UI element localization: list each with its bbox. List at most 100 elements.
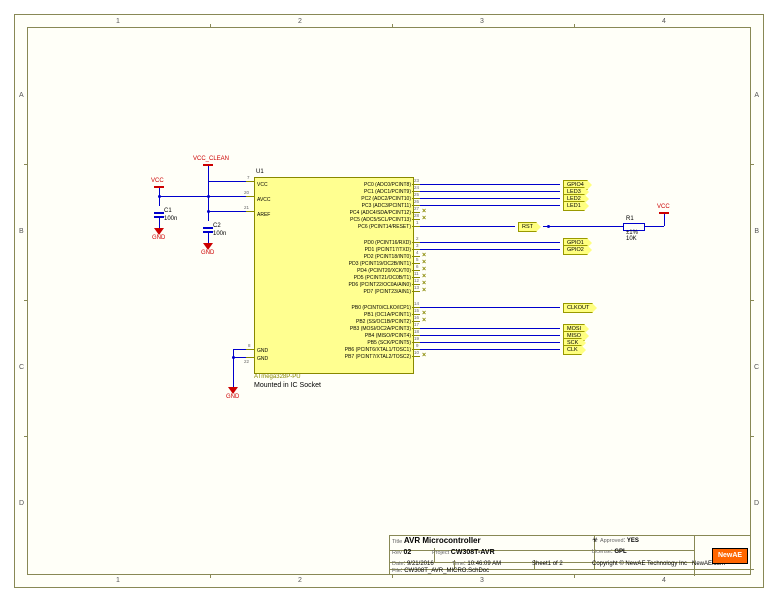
tb-project-label: Project	[432, 550, 449, 556]
logo-newae: NewAE	[712, 548, 748, 564]
col-num-top-4: 4	[662, 18, 666, 25]
pin-pd6: PD6 (PCINT22/OC0A/AIN0)	[348, 282, 411, 288]
drawing-sheet: 1 2 3 4 1 2 3 4 A B C D A B C D VCC_CL	[14, 14, 764, 588]
u1-part: ATmega328P-PU	[254, 374, 301, 380]
pinno-6: 6	[416, 264, 419, 269]
pinno-18: 18	[414, 329, 419, 334]
port-rst: RST	[518, 222, 537, 232]
row-let-r-c: C	[754, 364, 759, 371]
net-vcc-clean: VCC_CLEAN	[193, 156, 229, 162]
pinno-5: 5	[416, 257, 419, 262]
pinno-27: 27	[414, 206, 419, 211]
pin-pb1: PB1 (OC1A/PCINT1)	[364, 312, 411, 318]
pin-pd7: PD7 (PCINT23/AIN1)	[363, 289, 411, 295]
col-num-bot-3: 3	[480, 577, 484, 584]
c2-ref: C2	[213, 223, 221, 229]
pin-aref: AREF	[257, 212, 270, 218]
col-num-bot-2: 2	[298, 577, 302, 584]
net-vcc-r1: VCC	[657, 204, 670, 210]
pin-pb4: PB4 (MISO/PCINT4)	[365, 333, 411, 339]
pinno-14: 14	[414, 301, 419, 306]
port-led1: LED1	[563, 201, 585, 211]
pin-pb2: PB2 (SS/OC1B/PCINT2)	[356, 319, 411, 325]
col-num-bot-1: 1	[116, 577, 120, 584]
gnd-c1: GND	[152, 235, 165, 241]
col-num-bot-4: 4	[662, 577, 666, 584]
pinno-11: 11	[414, 271, 419, 276]
row-let-l-a: A	[19, 92, 24, 99]
pinno-2: 2	[416, 236, 419, 241]
pin-pd5: PD5 (PCINT21/OC0B/T1)	[354, 275, 411, 281]
col-num-top-3: 3	[480, 18, 484, 25]
pinno-10: 10	[414, 350, 419, 355]
tb-project-value: CW308T-AVR	[451, 549, 495, 556]
net-vcc-left: VCC	[151, 178, 164, 184]
pin-pc3: PC3 (ADC3/PCINT11)	[362, 203, 411, 209]
col-num-top-2: 2	[298, 18, 302, 25]
pinno-3: 3	[416, 243, 419, 248]
tb-rev-label: Rev	[392, 550, 402, 556]
c1-val: 100n	[164, 216, 177, 222]
row-let-r-b: B	[754, 228, 759, 235]
title-block: Title AVR Microcontroller ☣ Approved: YE…	[389, 535, 750, 574]
pinno-7: 7	[247, 175, 250, 180]
inner-frame: 1 2 3 4 1 2 3 4 A B C D A B C D VCC_CL	[27, 27, 751, 575]
tb-approved-value: YES	[627, 538, 639, 544]
c1-ref: C1	[164, 208, 172, 214]
r1-val: 10K	[626, 236, 637, 242]
pin-pb3: PB3 (MOSI/OC2A/PCINT3)	[350, 326, 411, 332]
row-let-l-d: D	[19, 500, 24, 507]
tb-license-label: License	[592, 549, 611, 555]
row-let-l-c: C	[19, 364, 24, 371]
r1-ref: R1	[626, 216, 634, 222]
nc-pc5: ×	[422, 216, 428, 222]
pin-pc1: PC1 (ADC1/PCINT9)	[364, 189, 411, 195]
pinno-13: 13	[414, 285, 419, 290]
gnd-chip: GND	[226, 394, 239, 400]
pin-pb7: PB7 (PCINT7/XTAL2/TOSC2)	[345, 354, 411, 360]
pinno-21: 21	[244, 205, 249, 210]
pinno-22: 22	[244, 359, 249, 364]
pinno-24: 24	[414, 185, 419, 190]
pin-pc5: PC5 (ADC5/SCL/PCINT13)	[350, 217, 411, 223]
tb-title-label: Title	[392, 539, 402, 545]
row-let-l-b: B	[19, 228, 24, 235]
pinno-1: 1	[416, 220, 419, 225]
pinno-8: 8	[248, 343, 251, 348]
col-num-top-1: 1	[116, 18, 120, 25]
u1-note: Mounted in IC Socket	[254, 382, 321, 389]
pin-pc0: PC0 (ADC0/PCINT8)	[364, 182, 411, 188]
row-let-r-d: D	[754, 500, 759, 507]
row-let-r-a: A	[754, 92, 759, 99]
u1-ref: U1	[256, 169, 264, 175]
tb-rev-value: 02	[403, 549, 411, 556]
pin-pd4: PD4 (PCINT20/XCK/T0)	[357, 268, 411, 274]
pin-vcc: VCC	[257, 182, 268, 188]
tb-file-value: CW308T_AVR_MICRO.SchDoc	[404, 568, 489, 574]
tb-license-value: GPL	[614, 549, 626, 555]
pin-pd1: PD1 (PCINT17/TXD)	[365, 247, 411, 253]
pin-pc2: PC2 (ADC2/PCINT10)	[361, 196, 411, 202]
nc-pd7: ×	[422, 288, 428, 294]
pinno-23: 23	[414, 178, 419, 183]
pin-gnd8: GND	[257, 348, 268, 354]
pin-avcc: AVCC	[257, 197, 271, 203]
pin-gnd22: GND	[257, 356, 268, 362]
pinno-16: 16	[414, 315, 419, 320]
nc-pb2: ×	[422, 318, 428, 324]
tb-file-label: File	[392, 568, 401, 574]
pinno-20: 20	[244, 190, 249, 195]
port-gpio2: GPIO2	[563, 245, 588, 255]
pin-pb6: PB6 (PCINT6/XTAL1/TOSC1)	[345, 347, 411, 353]
pinno-19: 19	[414, 336, 419, 341]
pin-pb5: PB5 (SCK/PCINT5)	[367, 340, 411, 346]
pinno-4: 4	[416, 250, 419, 255]
c2-val: 100n	[213, 231, 226, 237]
schematic-canvas: VCC_CLEAN VCC C1 100n	[28, 28, 750, 574]
nc-pb7: ×	[422, 353, 428, 359]
pin-pd3: PD3 (PCINT19/OC2B/INT1)	[349, 261, 411, 267]
pin-pb0: PB0 (PCINT0/CLKO/ICP1)	[352, 305, 411, 311]
pin-pd2: PD2 (PCINT18/INT0)	[364, 254, 411, 260]
gnd-c2: GND	[201, 250, 214, 256]
pinno-17: 17	[414, 322, 419, 327]
